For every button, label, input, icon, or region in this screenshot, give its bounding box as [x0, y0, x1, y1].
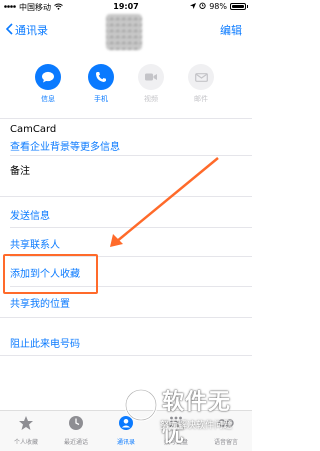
tab-contacts[interactable]: 通讯录 [102, 415, 150, 446]
keypad-icon [152, 415, 200, 435]
star-icon [2, 415, 50, 435]
tab-recents[interactable]: 最近通话 [52, 415, 100, 446]
tab-contacts-label: 通讯录 [116, 439, 135, 446]
tab-recents-label: 最近通话 [63, 439, 88, 446]
annotation-arrow [110, 157, 219, 247]
tab-voicemail-label: 语音留言 [213, 439, 238, 446]
tab-favorites-label: 个人收藏 [13, 439, 38, 446]
clock-icon [52, 415, 100, 435]
voicemail-icon [202, 415, 250, 435]
tab-keypad[interactable]: 拨号键盘 [152, 415, 200, 446]
tab-voicemail[interactable]: 语音留言 [202, 415, 250, 446]
contacts-icon [102, 415, 150, 435]
tab-keypad-label: 拨号键盘 [163, 439, 188, 446]
tab-favorites[interactable]: 个人收藏 [2, 415, 50, 446]
tab-bar: 个人收藏 最近通话 通讯录 拨号键盘 语音留言 [0, 410, 252, 451]
